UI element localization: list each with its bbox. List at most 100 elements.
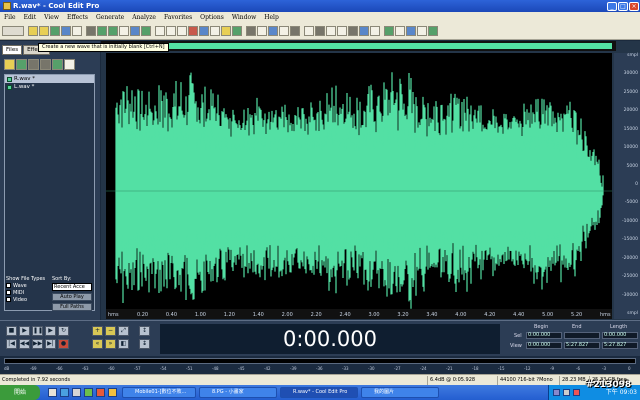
zoom-full-icon[interactable]: ⤢ (118, 326, 129, 336)
group-button[interactable] (279, 26, 289, 36)
edit-file-icon[interactable] (52, 59, 63, 70)
mix-paste-button[interactable] (119, 26, 129, 36)
multitrack-toggle-button[interactable] (2, 26, 24, 36)
view-end-field[interactable]: 5:27.827 (564, 342, 600, 349)
task-paint[interactable]: 8.PG - 小畫家 (199, 387, 277, 398)
view-5-button[interactable] (348, 26, 358, 36)
zoom-selection-icon[interactable]: ◧ (118, 339, 129, 349)
view-7-button[interactable] (370, 26, 380, 36)
cut-button[interactable] (86, 26, 96, 36)
close-file-icon[interactable] (28, 59, 39, 70)
menu-analyze[interactable]: Analyze (128, 14, 160, 21)
stop-button[interactable]: ■ (6, 326, 17, 336)
paste-button[interactable] (108, 26, 118, 36)
view-length-field[interactable]: 5:27.827 (602, 342, 638, 349)
menu-window[interactable]: Window (228, 14, 260, 21)
open-append-button[interactable] (50, 26, 60, 36)
amplify-button[interactable] (428, 26, 438, 36)
noise-reduction-button[interactable] (406, 26, 416, 36)
go-to-end-button[interactable]: ▶| (45, 339, 56, 349)
minimize-button[interactable]: _ (607, 1, 617, 11)
copy-button[interactable] (97, 26, 107, 36)
normalize-button[interactable] (417, 26, 427, 36)
quicklaunch-ie-icon[interactable] (60, 388, 69, 397)
play-button[interactable]: ▶ (19, 326, 30, 336)
spectral-view-button[interactable] (199, 26, 209, 36)
sort-select[interactable]: Recent Acce (52, 283, 92, 291)
quicklaunch-media-icon[interactable] (72, 388, 81, 397)
mix-both-button[interactable] (268, 26, 278, 36)
auto-play-button[interactable]: Auto Play (52, 293, 92, 301)
snap-button[interactable] (221, 26, 231, 36)
zoom-right-icon[interactable]: » (105, 339, 116, 349)
view-2-button[interactable] (315, 26, 325, 36)
tray-app-icon[interactable] (573, 389, 580, 396)
sel-length-field[interactable]: 0:00.000 (602, 332, 638, 339)
maximize-button[interactable]: □ (618, 1, 628, 11)
close-button[interactable]: × (629, 1, 639, 11)
zoom-vertical-out-icon[interactable]: ↨ (139, 339, 150, 349)
view-1-button[interactable] (304, 26, 314, 36)
menu-help[interactable]: Help (260, 14, 283, 21)
import-icon[interactable] (16, 59, 27, 70)
file-item-r[interactable]: R.wav * (5, 75, 94, 83)
quicklaunch-app-icon[interactable] (84, 388, 93, 397)
menu-edit[interactable]: Edit (20, 14, 41, 21)
waveform-display[interactable]: hms 0.20 0.40 1.00 1.20 1.40 2.00 2.20 2.40 3.00 3… (106, 53, 612, 319)
quicklaunch-app2-icon[interactable] (96, 388, 105, 397)
view-3-button[interactable] (326, 26, 336, 36)
overview-bar[interactable] (101, 41, 616, 51)
save-button[interactable] (61, 26, 71, 36)
quicklaunch-desktop-icon[interactable] (48, 388, 57, 397)
record-mode-button[interactable] (188, 26, 198, 36)
go-to-start-button[interactable]: |◀ (6, 339, 17, 349)
lock-button[interactable] (290, 26, 300, 36)
zoom-left-icon[interactable]: « (92, 339, 103, 349)
open-folder-icon[interactable] (4, 59, 15, 70)
waveform-view-button[interactable] (210, 26, 220, 36)
tray-volume-icon[interactable] (563, 389, 570, 396)
view-4-button[interactable] (337, 26, 347, 36)
menu-effects[interactable]: Effects (63, 14, 92, 21)
menu-generate[interactable]: Generate (92, 14, 128, 21)
task-my-pictures[interactable]: 我的圖片 (361, 387, 439, 398)
fast-forward-button[interactable]: ▶▶ (32, 339, 43, 349)
meter-button[interactable] (384, 26, 394, 36)
trim-button[interactable] (130, 26, 140, 36)
task-browser[interactable]: Mobile01-[數位不敗... (122, 387, 196, 398)
zoom-out-icon[interactable]: − (105, 326, 116, 336)
open-file-button[interactable] (39, 26, 49, 36)
save-as-button[interactable] (72, 26, 82, 36)
frequency-analysis-button[interactable] (395, 26, 405, 36)
menu-options[interactable]: Options (196, 14, 228, 21)
sel-begin-field[interactable]: 0:00.000 (526, 332, 562, 339)
play-file-icon[interactable] (64, 59, 75, 70)
edit-right-channel-button[interactable] (257, 26, 267, 36)
delete-button[interactable] (141, 26, 151, 36)
rewind-button[interactable]: ◀◀ (19, 339, 30, 349)
menu-favorites[interactable]: Favorites (160, 14, 196, 21)
view-begin-field[interactable]: 0:00.000 (526, 342, 562, 349)
task-cool-edit[interactable]: R.wav* - Cool Edit Pro (280, 387, 358, 398)
file-item-l[interactable]: L.wav * (5, 83, 94, 91)
play-to-end-button[interactable]: ▶ (45, 326, 56, 336)
tab-files[interactable]: Files (2, 45, 23, 55)
menu-file[interactable]: File (0, 14, 20, 21)
tray-network-icon[interactable] (553, 389, 560, 396)
menu-view[interactable]: View (40, 14, 63, 21)
delete-file-icon[interactable] (40, 59, 51, 70)
video-checkbox[interactable]: × Video (6, 296, 45, 303)
midi-checkbox[interactable]: × MIDI (6, 289, 45, 296)
cd-player-button[interactable] (232, 26, 242, 36)
redo-button[interactable] (166, 26, 176, 36)
edit-left-channel-button[interactable] (246, 26, 256, 36)
wave-checkbox[interactable]: × Wave (6, 282, 45, 289)
zoom-vertical-in-icon[interactable]: ↕ (139, 326, 150, 336)
pause-button[interactable]: ❚❚ (32, 326, 43, 336)
loop-button[interactable]: ↻ (58, 326, 69, 336)
sel-end-field[interactable] (564, 332, 600, 339)
quicklaunch-app3-icon[interactable] (108, 388, 117, 397)
zoom-in-icon[interactable]: + (92, 326, 103, 336)
start-button[interactable]: 開始 (0, 385, 40, 400)
new-file-button[interactable] (28, 26, 38, 36)
